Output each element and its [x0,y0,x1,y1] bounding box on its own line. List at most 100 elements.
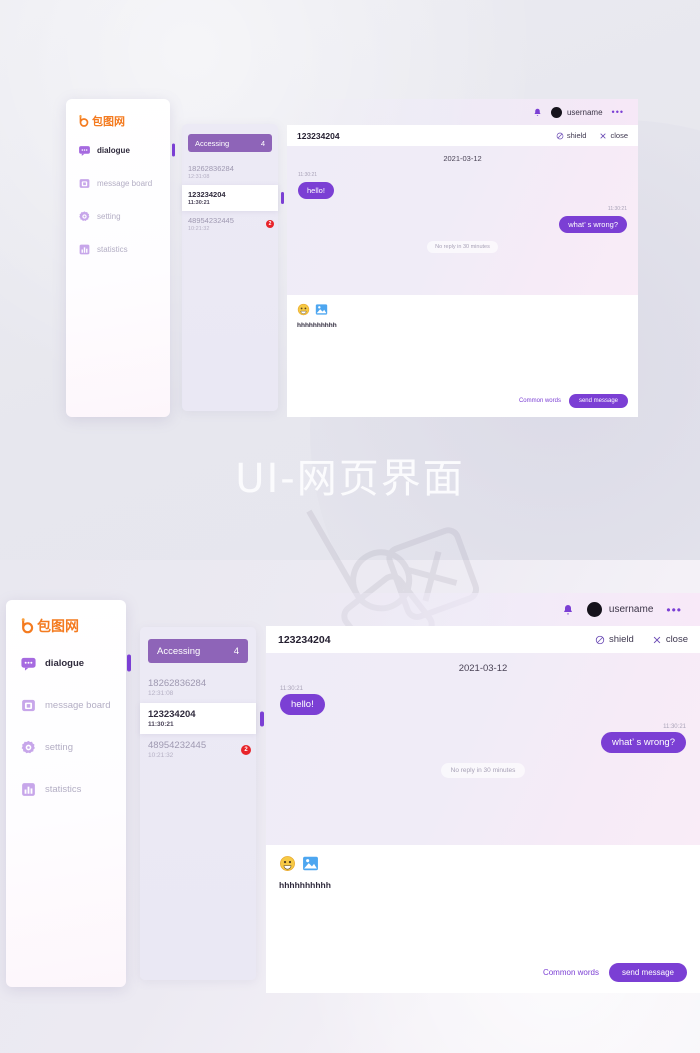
list-item[interactable]: 18262836284 12:31:08 [182,159,278,185]
selected-indicator [281,192,284,204]
emoji-icon[interactable] [279,855,296,872]
sidebar-item-label: statistics [45,783,82,795]
app-window-main: 包图网 dialogue message board setting stati… [6,593,700,993]
sidebar-item-label: statistics [97,244,128,254]
sidebar-item-dialogue[interactable]: dialogue [6,648,131,678]
sidebar-item-statistics[interactable]: statistics [66,237,170,261]
sidebar-item-message-board[interactable]: message board [66,171,170,195]
composer-draft[interactable]: hhhhhhhhhh [297,322,628,329]
sidebar: 包图网 dialogue message board setting stati… [66,99,175,417]
shield-button[interactable]: shield [595,634,634,645]
bar-chart-icon [79,244,90,254]
accessing-label: Accessing [195,138,230,148]
brand-name: 包图网 [92,115,125,128]
sidebar-item-label: dialogue [45,657,85,669]
dialogue-icon [21,657,36,671]
composer-tools [279,855,687,872]
emoji-icon[interactable] [297,303,310,316]
user-menu[interactable]: username [586,602,654,617]
composer-footer: Common words send message [279,963,687,982]
list-item[interactable]: 123234204 11:30:21 [182,185,284,211]
composer-draft[interactable]: hhhhhhhhhh [279,880,687,890]
system-note: No reply in 30 minutes [427,241,498,253]
shield-icon [556,132,564,139]
conversation-time: 11:30:21 [188,200,210,206]
conversation-list: Accessing 4 18262836284 12:31:08 1232342… [182,124,284,411]
accessing-header[interactable]: Accessing 4 [188,134,272,152]
shield-label: shield [566,131,587,140]
message-them: 11:30:21 hello! [298,172,627,199]
close-button[interactable]: close [652,634,688,645]
close-icon [653,636,661,643]
sidebar-item-setting[interactable]: setting [6,732,126,762]
sidebar-item-setting[interactable]: setting [66,204,170,228]
common-words-button[interactable]: Common words [543,968,599,977]
chat-actions: shield close [556,131,628,140]
more-dots-icon[interactable]: ••• [666,603,682,617]
main-column: username ••• 123234204 shield close 2021… [287,99,638,417]
more-dots-icon[interactable]: ••• [612,107,624,117]
conversation-name: 18262836284 [148,678,207,689]
gear-icon [21,740,35,753]
sidebar-item-label: dialogue [97,145,130,155]
baotu-logo-icon [20,617,34,635]
list-item[interactable]: 48954232445 10:21:32 2 [140,734,256,765]
conversation-name: 48954232445 [188,216,234,225]
sidebar-item-message-board[interactable]: message board [6,690,126,720]
username-label: username [608,604,654,615]
message-them: 11:30:21 hello! [280,686,686,715]
conversation-name: 123234204 [148,709,196,720]
message-board-icon [22,699,35,711]
accessing-count: 4 [260,138,265,148]
send-message-button[interactable]: send message [608,963,687,982]
message-bubble: hello! [298,182,334,199]
conversation-name: 18262836284 [188,164,234,173]
message-bubble: what’ s wrong? [600,732,686,753]
conversation-list: Accessing 4 18262836284 12:31:08 1232342… [140,627,264,980]
message-me: 11:30:21 what’ s wrong? [298,206,627,233]
close-button[interactable]: close [599,131,628,140]
composer: hhhhhhhhhh Common words send message [266,845,700,993]
conversation-time: 10:21:32 [188,226,210,232]
composer: hhhhhhhhhh Common words send message [287,295,638,417]
list-item[interactable]: 48954232445 10:21:32 2 [182,211,278,237]
user-menu[interactable]: username [550,106,603,118]
message-bubble: hello! [280,694,325,715]
conversation-time: 10:21:32 [148,752,174,759]
image-icon[interactable] [302,855,319,872]
message-time: 11:30:21 [298,172,318,178]
composer-tools [297,303,628,316]
shield-label: shield [608,634,634,645]
bell-icon[interactable] [562,603,574,617]
avatar [586,602,602,617]
chat-header: 123234204 shield close [287,125,638,146]
sidebar-item-label: message board [45,699,111,711]
common-words-button[interactable]: Common words [519,398,561,404]
close-label: close [610,131,628,140]
sidebar-item-label: message board [97,178,153,188]
list-item[interactable]: 18262836284 12:31:08 [140,672,256,703]
close-icon [600,132,607,139]
bar-chart-icon [22,782,35,796]
message-time: 11:30:21 [663,724,686,730]
message-time: 11:30:21 [607,206,627,212]
gear-icon [79,210,90,221]
accessing-header[interactable]: Accessing 4 [148,639,248,663]
dialogue-icon [79,145,90,156]
send-message-button[interactable]: send message [568,394,628,408]
image-icon[interactable] [315,303,328,316]
sidebar-item-dialogue[interactable]: dialogue [66,138,175,162]
shield-button[interactable]: shield [556,131,587,140]
sidebar-item-statistics[interactable]: statistics [6,774,126,804]
system-note: No reply in 30 minutes [440,763,526,778]
username-label: username [566,107,603,117]
composer-footer: Common words send message [297,394,628,408]
message-time: 11:30:21 [280,686,303,692]
sidebar-item-label: setting [97,211,121,221]
list-item[interactable]: 123234204 11:30:21 [140,703,264,734]
top-bar: username ••• [287,99,638,125]
message-me: 11:30:21 what’ s wrong? [280,724,686,753]
bell-icon[interactable] [533,107,542,118]
chat-header: 123234204 shield close [266,626,700,653]
conversation-name: 123234204 [188,190,226,199]
